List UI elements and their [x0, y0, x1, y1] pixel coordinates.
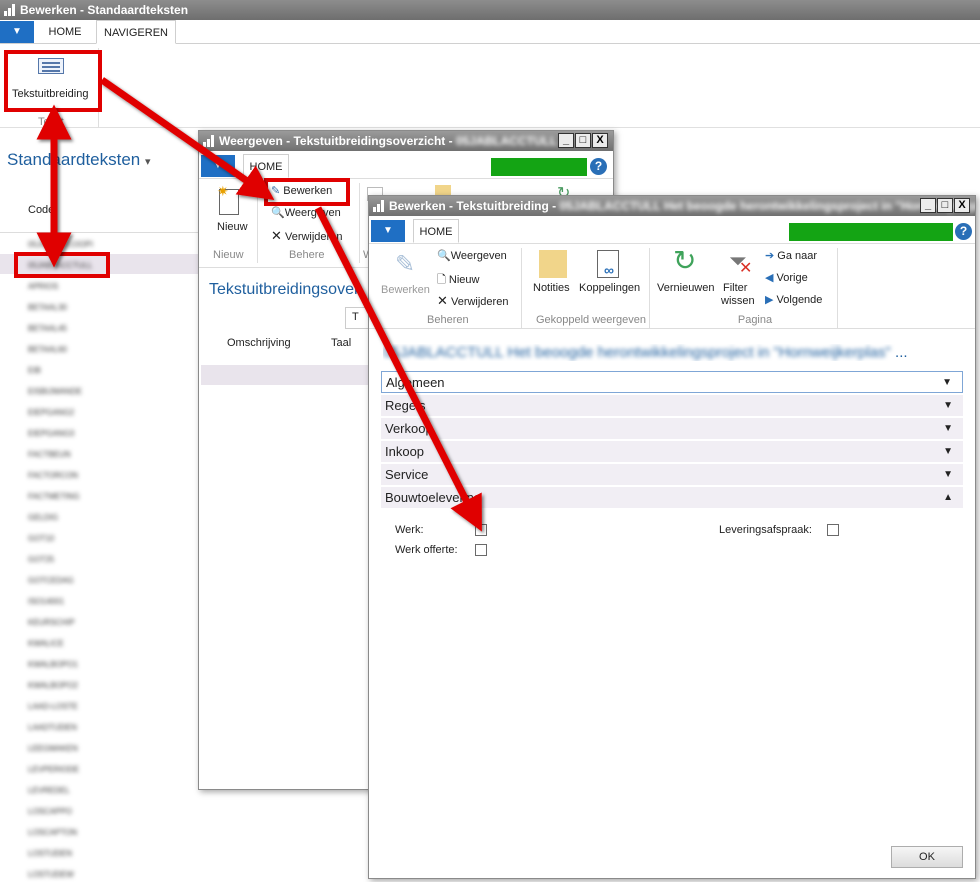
- annotation-arrows: [36, 77, 482, 532]
- arrow-to-bewerken: [100, 77, 275, 200]
- arrow-to-werk-checkbox: [314, 206, 482, 532]
